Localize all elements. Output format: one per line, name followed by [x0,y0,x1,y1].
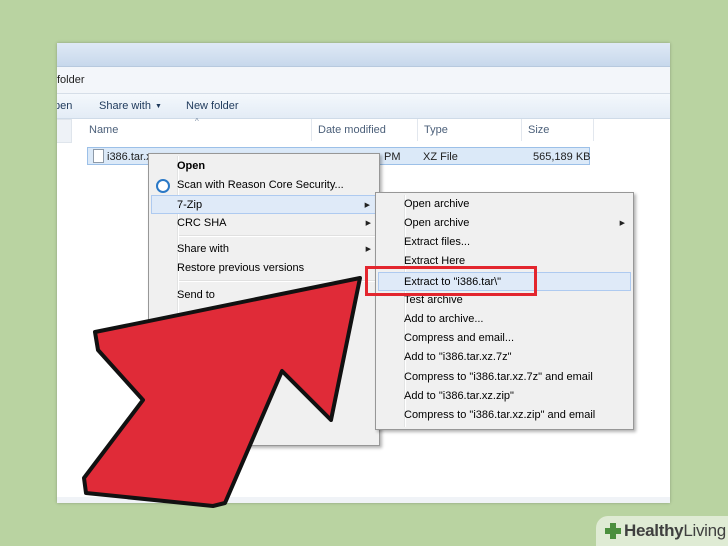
pointer-arrow [82,276,362,508]
watermark-text: HealthyLiving [624,521,726,541]
healthy-living-logo [605,523,621,539]
watermark: HealthyLiving [596,516,728,546]
brand-living: Living [683,521,726,540]
brand-healthy: Healthy [624,521,684,540]
